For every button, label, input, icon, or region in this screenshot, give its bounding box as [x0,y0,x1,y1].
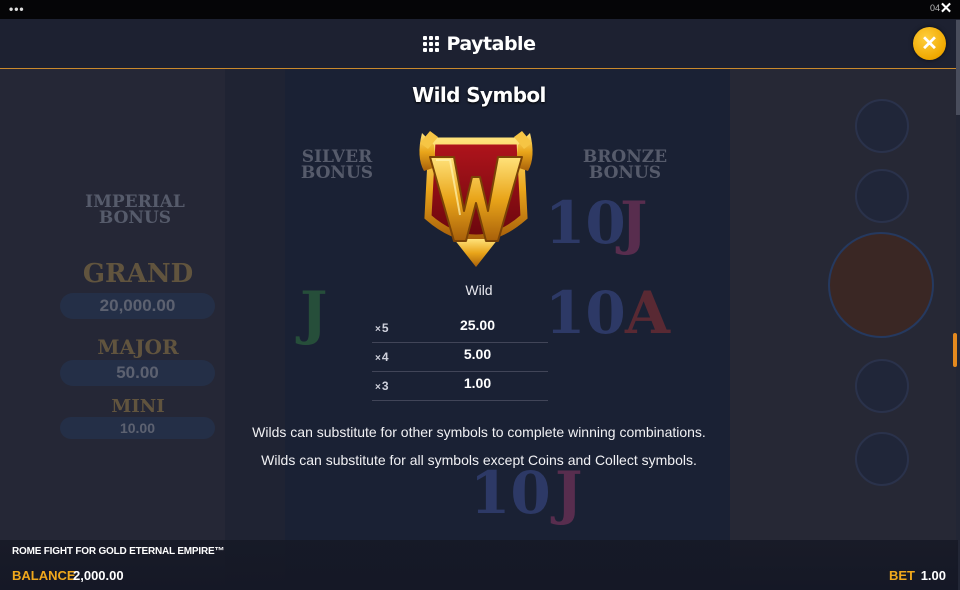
section-title: Wild Symbol [412,83,546,107]
payout-count: ×4 [375,350,389,364]
paytable-content: Wild Symbol Wild ×5 25.00 ×4 5.00 ×3 1.0… [0,69,958,590]
description-line: Wilds can substitute for all symbols exc… [261,452,697,468]
close-icon: ✕ [921,32,938,55]
system-bar: ••• 04 ✕ [0,0,960,19]
more-dots-icon[interactable]: ••• [9,2,25,16]
status-footer: ROME FIGHT FOR GOLD ETERNAL EMPIRE™ BALA… [0,540,958,590]
balance-value: 2,000.00 [73,568,124,583]
payout-row: ×4 5.00 [372,343,548,372]
payout-count: ×3 [375,379,389,393]
scrollbar-upper [956,20,960,115]
paytable-header: Paytable ✕ [0,19,958,69]
bet-value: 1.00 [920,568,946,583]
description-line: Wilds can substitute for other symbols t… [252,424,706,440]
payout-value: 1.00 [463,375,492,391]
grid-menu-icon [422,35,439,52]
bet-label: BET [889,568,915,583]
payout-count: ×5 [375,321,389,335]
close-button[interactable]: ✕ [913,27,946,60]
payout-value: 25.00 [459,317,496,333]
close-icon[interactable]: ✕ [938,1,954,17]
payout-row: ×5 25.00 [372,314,548,343]
game-name: ROME FIGHT FOR GOLD ETERNAL EMPIRE™ [12,546,225,557]
page-title: Paytable [446,32,536,55]
balance-label: BALANCE [12,568,76,583]
payout-value: 5.00 [463,346,492,362]
scrollbar-thumb[interactable] [953,333,957,367]
symbol-name: Wild [465,282,493,298]
wild-w-symbol-icon [419,131,533,267]
payout-table: ×5 25.00 ×4 5.00 ×3 1.00 [372,314,548,401]
payout-row: ×3 1.00 [372,372,548,401]
